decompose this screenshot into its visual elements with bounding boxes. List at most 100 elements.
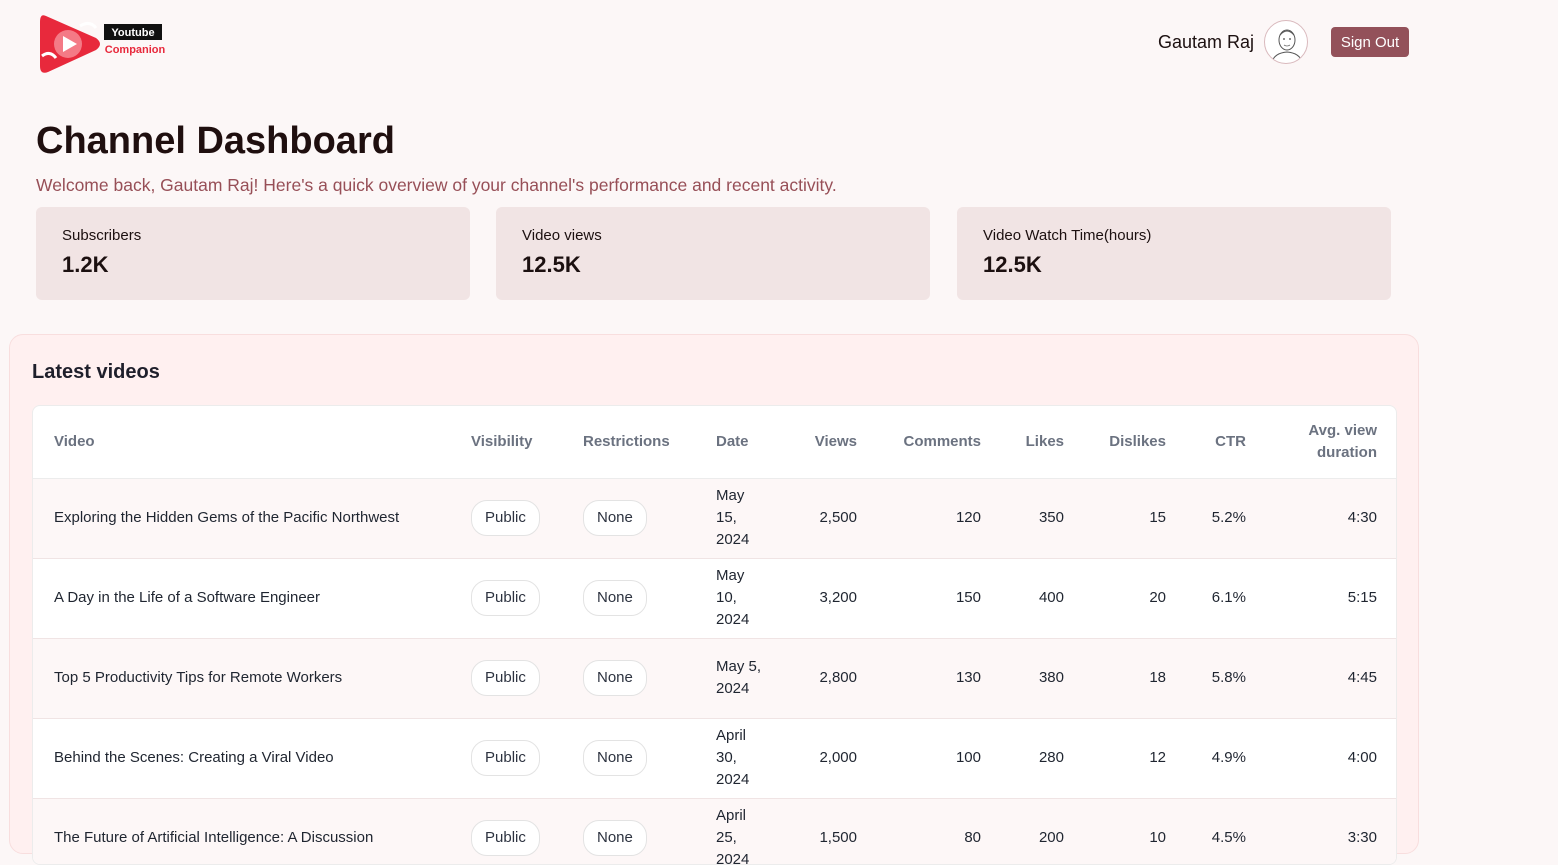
restrictions-badge: None xyxy=(583,740,647,776)
col-header-avg-view-duration[interactable]: Avg. view duration xyxy=(1267,406,1396,479)
restrictions-badge: None xyxy=(583,580,647,616)
videos-table-card: Video Visibility Restrictions Date Views… xyxy=(32,405,1397,865)
stat-card-video-views: Video views 12.5K xyxy=(496,207,930,300)
visibility-badge[interactable]: Public xyxy=(471,740,540,776)
col-header-date[interactable]: Date xyxy=(695,406,787,479)
stat-card-subscribers: Subscribers 1.2K xyxy=(36,207,470,300)
col-header-likes[interactable]: Likes xyxy=(1002,406,1085,479)
user-name: Gautam Raj xyxy=(1158,31,1255,52)
user-menu[interactable]: Gautam Raj xyxy=(1158,20,1309,64)
restrictions-cell: None xyxy=(562,798,695,864)
views-cell: 2,500 xyxy=(787,478,878,559)
col-header-visibility[interactable]: Visibility xyxy=(450,406,562,479)
top-header: Youtube Companion Gautam Raj Sign Out xyxy=(0,0,1558,86)
latest-videos-panel: Latest videos Video Visibility Restricti… xyxy=(9,334,1419,865)
visibility-cell: Public xyxy=(450,718,562,799)
date-cell: May 15, 2024 xyxy=(695,478,787,559)
avg-duration-cell: 4:30 xyxy=(1267,478,1396,559)
restrictions-badge: None xyxy=(583,500,647,536)
col-header-ctr[interactable]: CTR xyxy=(1187,406,1267,479)
restrictions-badge: None xyxy=(583,820,647,856)
avg-duration-cell: 5:15 xyxy=(1267,558,1396,639)
stat-label: Subscribers xyxy=(62,227,142,244)
restrictions-cell: None xyxy=(562,478,695,559)
date-cell: April 25, 2024 xyxy=(695,798,787,864)
col-header-video[interactable]: Video xyxy=(33,406,450,479)
date-cell: May 5, 2024 xyxy=(695,638,787,719)
video-title[interactable]: Exploring the Hidden Gems of the Pacific… xyxy=(33,478,450,559)
visibility-badge[interactable]: Public xyxy=(471,500,540,536)
user-portrait-icon xyxy=(1271,29,1304,63)
avg-duration-cell: 4:00 xyxy=(1267,718,1396,799)
latest-videos-title: Latest videos xyxy=(32,361,160,383)
video-title[interactable]: The Future of Artificial Intelligence: A… xyxy=(33,798,450,864)
visibility-badge[interactable]: Public xyxy=(471,660,540,696)
ctr-cell: 4.9% xyxy=(1187,718,1267,799)
table-row[interactable]: Top 5 Productivity Tips for Remote Worke… xyxy=(33,638,1396,719)
video-title[interactable]: A Day in the Life of a Software Engineer xyxy=(33,558,450,639)
likes-cell: 200 xyxy=(1002,798,1085,864)
col-header-views[interactable]: Views xyxy=(787,406,878,479)
date-cell: May 10, 2024 xyxy=(695,558,787,639)
visibility-badge[interactable]: Public xyxy=(471,580,540,616)
visibility-cell: Public xyxy=(450,798,562,864)
stat-value: 12.5K xyxy=(983,252,1042,277)
dislikes-cell: 18 xyxy=(1085,638,1187,719)
svg-text:Youtube: Youtube xyxy=(111,27,154,39)
comments-cell: 120 xyxy=(878,478,1002,559)
views-cell: 2,800 xyxy=(787,638,878,719)
stat-label: Video views xyxy=(522,227,602,244)
views-cell: 1,500 xyxy=(787,798,878,864)
video-title[interactable]: Top 5 Productivity Tips for Remote Worke… xyxy=(33,638,450,719)
restrictions-cell: None xyxy=(562,638,695,719)
welcome-message: Welcome back, Gautam Raj! Here's a quick… xyxy=(36,175,837,195)
page-title: Channel Dashboard xyxy=(36,120,395,162)
table-row[interactable]: A Day in the Life of a Software Engineer… xyxy=(33,558,1396,639)
dislikes-cell: 12 xyxy=(1085,718,1187,799)
visibility-cell: Public xyxy=(450,558,562,639)
likes-cell: 280 xyxy=(1002,718,1085,799)
table-header-row: Video Visibility Restrictions Date Views… xyxy=(33,406,1396,479)
comments-cell: 130 xyxy=(878,638,1002,719)
stat-value: 12.5K xyxy=(522,252,581,277)
views-cell: 3,200 xyxy=(787,558,878,639)
dislikes-cell: 15 xyxy=(1085,478,1187,559)
visibility-badge[interactable]: Public xyxy=(471,820,540,856)
svg-text:Companion: Companion xyxy=(105,44,166,56)
comments-cell: 150 xyxy=(878,558,1002,639)
likes-cell: 380 xyxy=(1002,638,1085,719)
comments-cell: 80 xyxy=(878,798,1002,864)
stat-label: Video Watch Time(hours) xyxy=(983,227,1152,244)
avatar[interactable] xyxy=(1264,20,1309,64)
ctr-cell: 4.5% xyxy=(1187,798,1267,864)
table-row[interactable]: Exploring the Hidden Gems of the Pacific… xyxy=(33,478,1396,559)
likes-cell: 350 xyxy=(1002,478,1085,559)
stat-value: 1.2K xyxy=(62,252,109,277)
ctr-cell: 6.1% xyxy=(1187,558,1267,639)
visibility-cell: Public xyxy=(450,638,562,719)
sign-out-button[interactable]: Sign Out xyxy=(1331,27,1409,57)
table-row[interactable]: Behind the Scenes: Creating a Viral Vide… xyxy=(33,718,1396,799)
restrictions-cell: None xyxy=(562,718,695,799)
logo-icon: Youtube Companion xyxy=(40,15,166,73)
dislikes-cell: 20 xyxy=(1085,558,1187,639)
restrictions-badge: None xyxy=(583,660,647,696)
stat-card-watch-time: Video Watch Time(hours) 12.5K xyxy=(957,207,1391,300)
avg-duration-cell: 4:45 xyxy=(1267,638,1396,719)
dislikes-cell: 10 xyxy=(1085,798,1187,864)
col-header-dislikes[interactable]: Dislikes xyxy=(1085,406,1187,479)
likes-cell: 400 xyxy=(1002,558,1085,639)
views-cell: 2,000 xyxy=(787,718,878,799)
youtube-companion-logo[interactable]: Youtube Companion xyxy=(38,12,170,76)
restrictions-cell: None xyxy=(562,558,695,639)
col-header-comments[interactable]: Comments xyxy=(878,406,1002,479)
avg-duration-cell: 3:30 xyxy=(1267,798,1396,864)
videos-table: Video Visibility Restrictions Date Views… xyxy=(33,406,1396,864)
date-cell: April 30, 2024 xyxy=(695,718,787,799)
comments-cell: 100 xyxy=(878,718,1002,799)
table-row[interactable]: The Future of Artificial Intelligence: A… xyxy=(33,798,1396,864)
visibility-cell: Public xyxy=(450,478,562,559)
col-header-restrictions[interactable]: Restrictions xyxy=(562,406,695,479)
video-title[interactable]: Behind the Scenes: Creating a Viral Vide… xyxy=(33,718,450,799)
ctr-cell: 5.2% xyxy=(1187,478,1267,559)
